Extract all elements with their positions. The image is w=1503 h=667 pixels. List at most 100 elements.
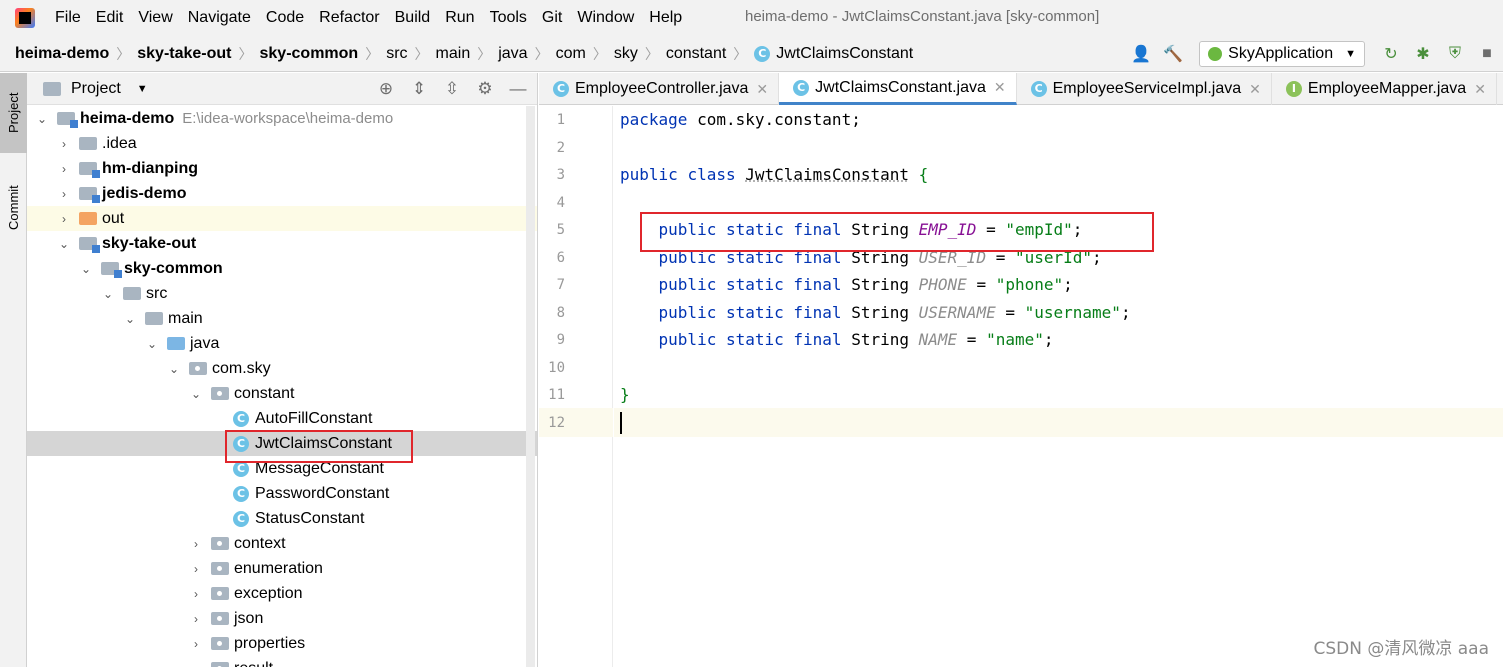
source-folder-icon (167, 337, 185, 350)
user-icon[interactable]: 👤 (1130, 43, 1152, 65)
breadcrumb-constant[interactable]: constant (666, 45, 726, 63)
code-editor[interactable]: package com.sky.constant; public class J… (614, 106, 1503, 667)
breadcrumb-sky-take-out[interactable]: sky-take-out (137, 45, 231, 63)
tree-item-label: properties (234, 634, 306, 652)
line-number: 8 (556, 305, 565, 321)
tool-tab-project[interactable]: Project (0, 73, 27, 153)
tree-item-java[interactable]: ⌄ java (27, 331, 537, 356)
tree-item-sky-common[interactable]: ⌄ sky-common (27, 256, 537, 281)
chevron-right-icon[interactable]: › (57, 212, 71, 226)
menu-refactor[interactable]: Refactor (319, 9, 379, 27)
menu-file[interactable]: File (55, 9, 81, 27)
tree-item-hm-dianping[interactable]: › hm-dianping (27, 156, 537, 181)
menu-window[interactable]: Window (577, 9, 634, 27)
collapse-all-icon[interactable]: ⇳ (441, 79, 463, 99)
menu-run[interactable]: Run (445, 9, 474, 27)
menu-navigate[interactable]: Navigate (188, 9, 251, 27)
chevron-down-icon[interactable]: ⌄ (101, 287, 115, 301)
line-number: 4 (556, 195, 565, 211)
tree-item-src[interactable]: ⌄ src (27, 281, 537, 306)
chevron-down-icon[interactable]: ⌄ (35, 112, 49, 126)
line-number-gutter[interactable]: 1 2 3 4 5 6 7 8 9 10 11 12 (539, 106, 613, 667)
chevron-down-icon[interactable]: ⌄ (167, 362, 181, 376)
breadcrumb-java[interactable]: java (498, 45, 527, 63)
tree-item-label: PasswordConstant (255, 484, 390, 502)
chevron-down-icon[interactable]: ▼ (137, 83, 148, 95)
close-icon[interactable]: ✕ (994, 79, 1006, 96)
chevron-down-icon[interactable]: ⌄ (145, 337, 159, 351)
window-title: heima-demo - JwtClaimsConstant.java [sky… (745, 8, 1100, 25)
locate-target-icon[interactable]: ⊕ (375, 79, 397, 99)
tool-tab-commit[interactable]: Commit (0, 173, 27, 243)
close-icon[interactable]: ✕ (1474, 81, 1486, 98)
tree-item-enumeration[interactable]: › enumeration (27, 556, 537, 581)
tab-label: EmployeeMapper.java (1307, 80, 1467, 97)
project-view-selector[interactable]: Project (71, 80, 121, 98)
hammer-build-icon[interactable]: 🔨 (1162, 43, 1184, 65)
tree-item-jedis-demo[interactable]: › jedis-demo (27, 181, 537, 206)
tree-item-heima-demo[interactable]: ⌄ heima-demo E:\idea-workspace\heima-dem… (27, 106, 537, 131)
chevron-right-icon[interactable]: › (189, 662, 203, 667)
expand-all-icon[interactable]: ⇕ (408, 79, 430, 99)
menu-build[interactable]: Build (395, 9, 431, 27)
module-folder-icon (79, 187, 100, 203)
tree-item-main[interactable]: ⌄ main (27, 306, 537, 331)
tree-item-result[interactable]: › result (27, 656, 537, 667)
chevron-right-icon[interactable]: › (189, 612, 203, 626)
breadcrumb-heima-demo[interactable]: heima-demo (15, 45, 109, 63)
debug-bug-icon[interactable]: ✱ (1412, 43, 1434, 65)
coverage-shield-icon[interactable]: ⛨ (1444, 43, 1466, 65)
tree-item-json[interactable]: › json (27, 606, 537, 631)
rerun-icon[interactable]: ↻ (1380, 43, 1402, 65)
menu-git[interactable]: Git (542, 9, 562, 27)
tree-item-constant[interactable]: ⌄ constant (27, 381, 537, 406)
hide-minus-icon[interactable]: — (507, 79, 529, 99)
chevron-right-icon[interactable]: › (57, 137, 71, 151)
breadcrumb-com[interactable]: com (556, 45, 586, 63)
chevron-right-icon[interactable]: › (189, 587, 203, 601)
run-configuration-selector[interactable]: SkyApplication ▼ (1199, 41, 1365, 67)
tree-scrollbar[interactable] (526, 106, 535, 667)
chevron-down-icon[interactable]: ⌄ (123, 312, 137, 326)
breadcrumb-src[interactable]: src (386, 45, 407, 63)
tab-employeeserviceimpl[interactable]: C EmployeeServiceImpl.java ✕ (1017, 73, 1272, 105)
tree-item-sky-take-out[interactable]: ⌄ sky-take-out (27, 231, 537, 256)
tree-item-properties[interactable]: › properties (27, 631, 537, 656)
tab-employeecontroller[interactable]: C EmployeeController.java ✕ (539, 73, 780, 105)
chevron-right-icon[interactable]: › (57, 187, 71, 201)
breadcrumb-main[interactable]: main (436, 45, 471, 63)
tree-item-idea[interactable]: › .idea (27, 131, 537, 156)
chevron-right-icon[interactable]: › (57, 162, 71, 176)
class-icon: C (754, 45, 771, 62)
chevron-down-icon: ▼ (1345, 48, 1356, 60)
tab-jwtclaimsconstant[interactable]: C JwtClaimsConstant.java ✕ (779, 73, 1017, 105)
chevron-down-icon[interactable]: ⌄ (57, 237, 71, 251)
close-icon[interactable]: ✕ (756, 81, 768, 98)
chevron-right-icon[interactable]: › (189, 537, 203, 551)
stop-icon[interactable]: ■ (1476, 43, 1498, 65)
breadcrumb-jwtclaimsconstant[interactable]: C JwtClaimsConstant (754, 45, 913, 63)
chevron-right-icon[interactable]: › (189, 637, 203, 651)
chevron-down-icon[interactable]: ⌄ (189, 387, 203, 401)
breadcrumb-sky[interactable]: sky (614, 45, 638, 63)
menu-tools[interactable]: Tools (490, 9, 527, 27)
breadcrumb-sky-common[interactable]: sky-common (260, 45, 359, 63)
tab-employeemapper[interactable]: I EmployeeMapper.java ✕ (1272, 73, 1497, 105)
menu-edit[interactable]: Edit (96, 9, 124, 27)
gear-icon[interactable]: ⚙ (474, 79, 496, 99)
menu-help[interactable]: Help (649, 9, 682, 27)
line-number: 5 (556, 222, 565, 238)
tree-item-out[interactable]: › out (27, 206, 537, 231)
tree-item-context[interactable]: › context (27, 531, 537, 556)
tree-item-com-sky[interactable]: ⌄ com.sky (27, 356, 537, 381)
menu-code[interactable]: Code (266, 9, 304, 27)
close-icon[interactable]: ✕ (1249, 81, 1261, 98)
package-name: com.sky.constant; (687, 110, 861, 129)
tree-item-exception[interactable]: › exception (27, 581, 537, 606)
chevron-down-icon[interactable]: ⌄ (79, 262, 93, 276)
menu-view[interactable]: View (138, 9, 172, 27)
tree-item-passwordconstant[interactable]: C PasswordConstant (27, 481, 537, 506)
tree-item-statusconstant[interactable]: C StatusConstant (27, 506, 537, 531)
chevron-right-icon[interactable]: › (189, 562, 203, 576)
tree-item-autofillconstant[interactable]: C AutoFillConstant (27, 406, 537, 431)
